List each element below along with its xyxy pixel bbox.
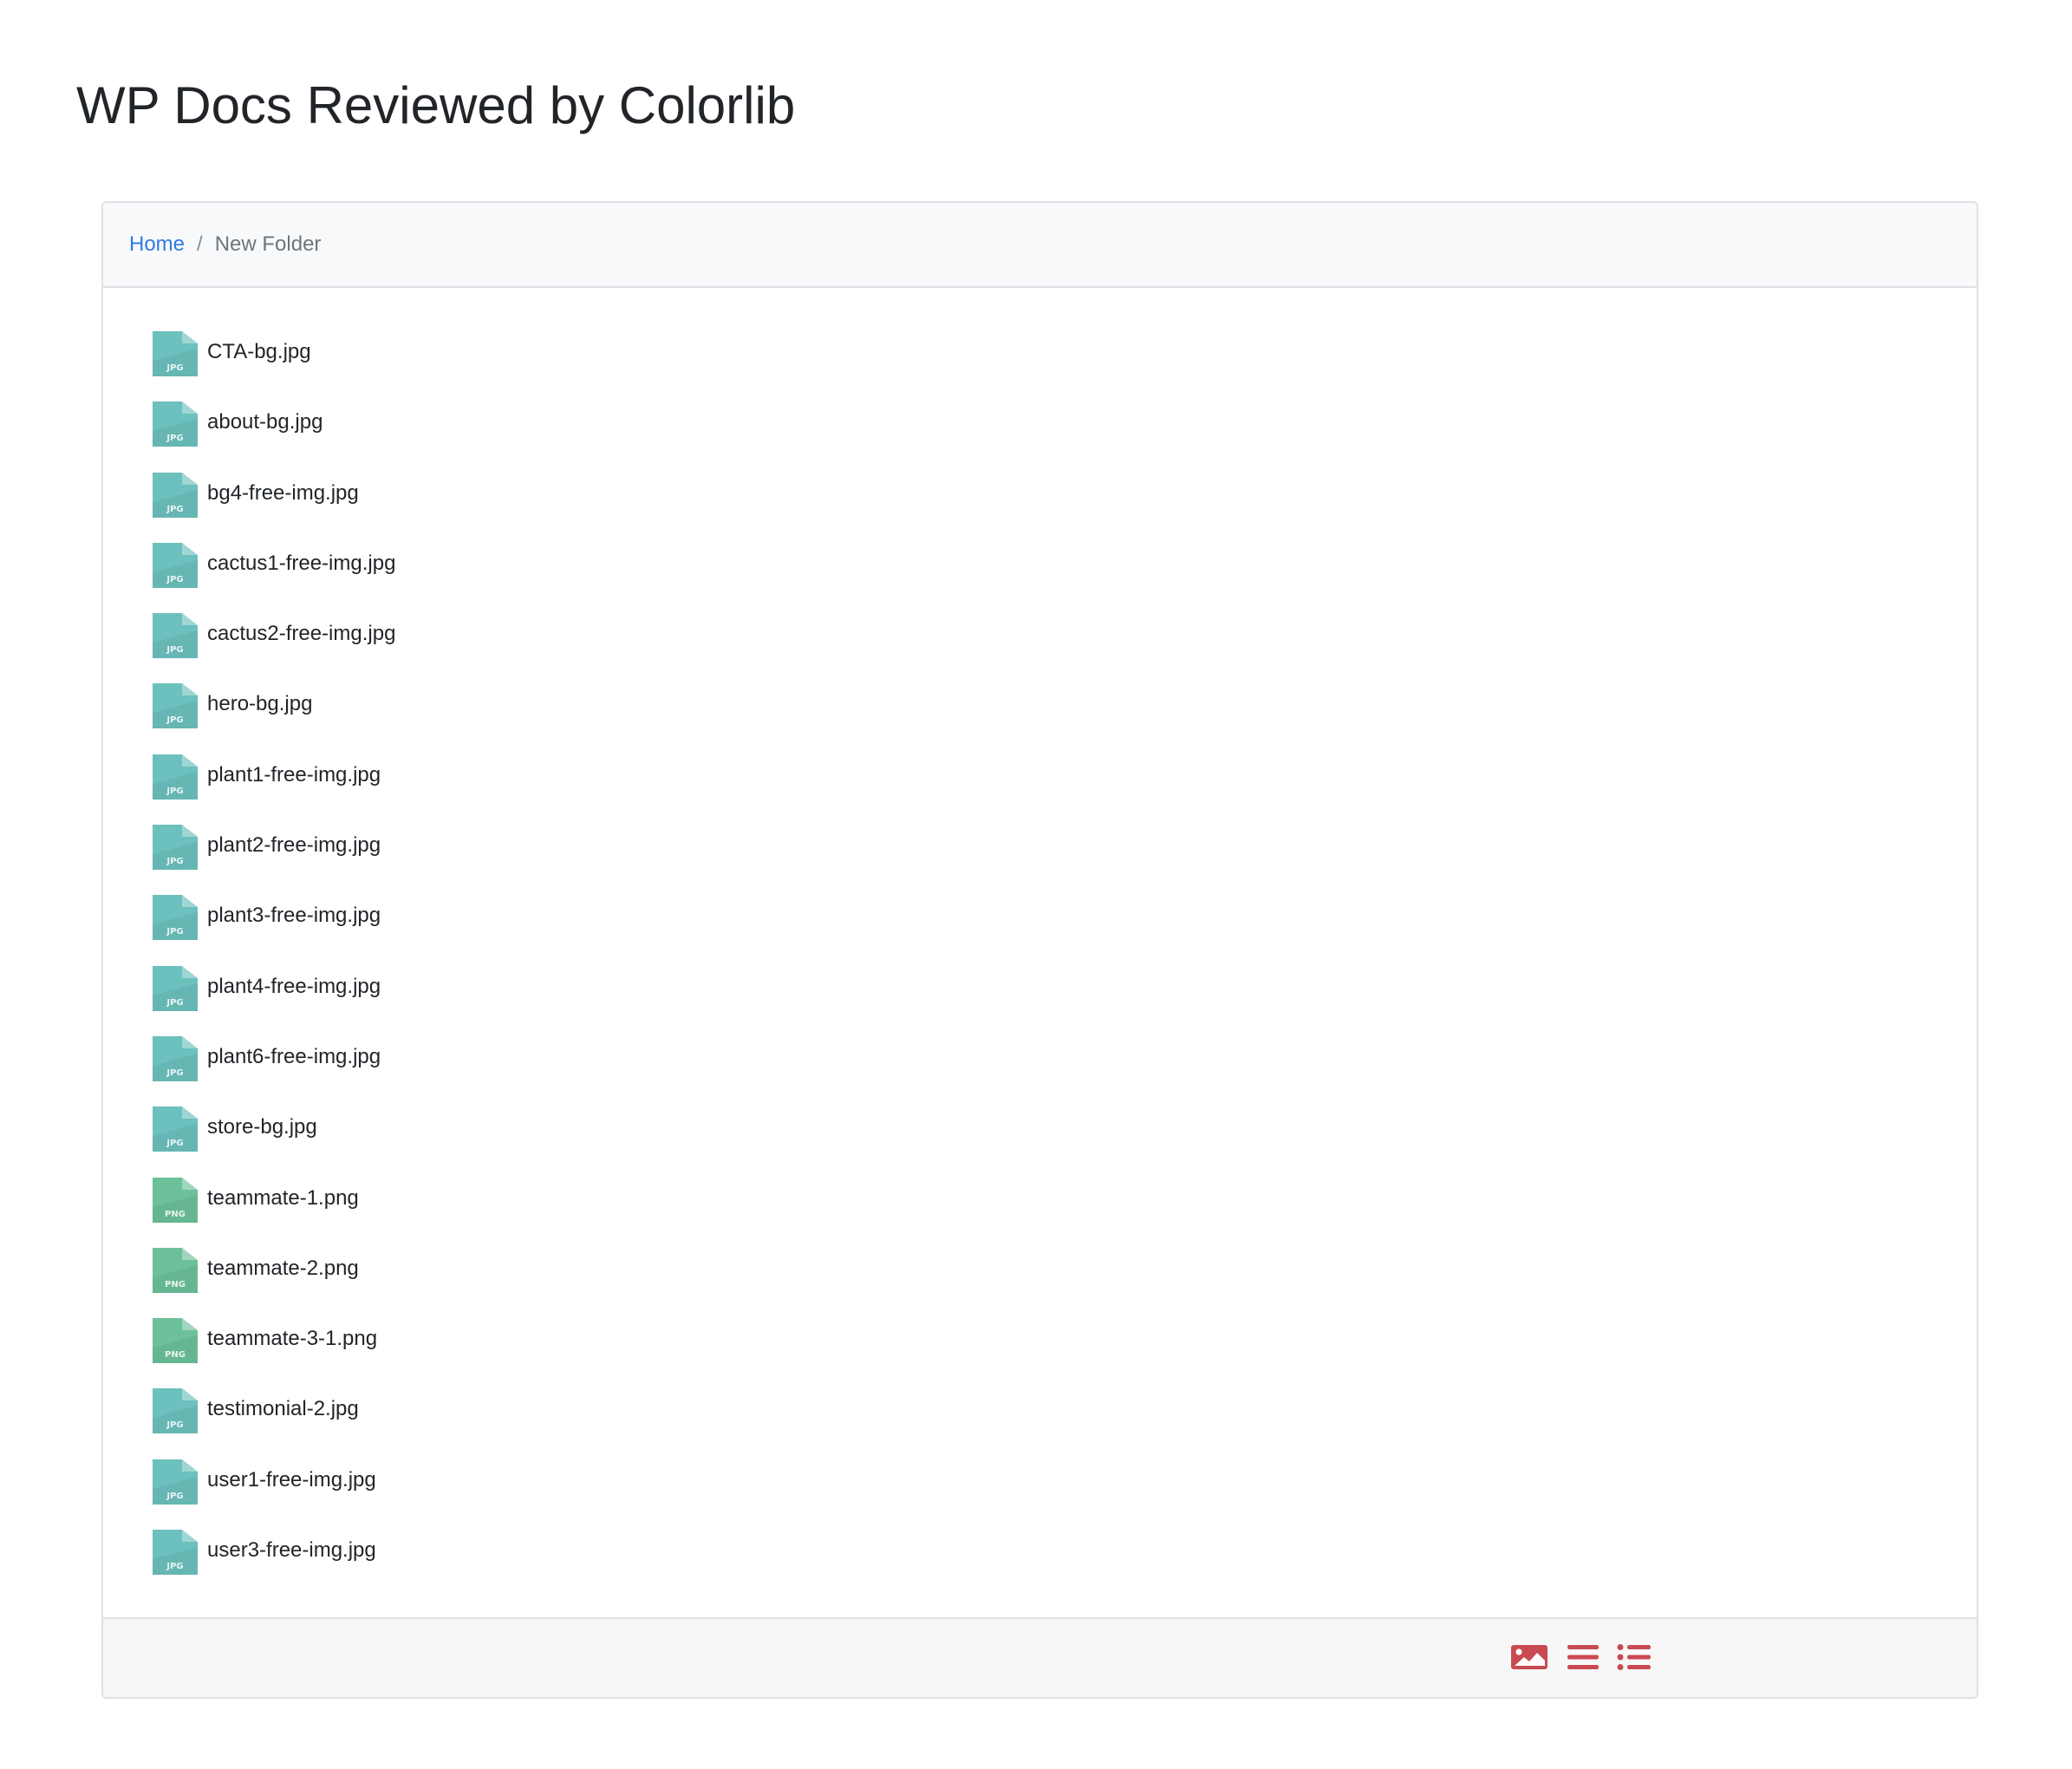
jpg-file-icon: JPG: [153, 1530, 198, 1576]
file-item[interactable]: PNG teammate-2.png: [153, 1247, 395, 1318]
file-type-label: JPG: [166, 998, 183, 1008]
file-name: cactus1-free-img.jpg: [207, 551, 396, 575]
jpg-file-icon: JPG: [153, 1035, 198, 1081]
file-name: user3-free-img.jpg: [207, 1538, 376, 1563]
card-footer: [103, 1617, 1977, 1697]
file-name: teammate-1.png: [207, 1185, 359, 1210]
file-type-label: JPG: [166, 505, 183, 514]
breadcrumb-current-folder: New Folder: [214, 232, 322, 256]
file-item[interactable]: JPG plant2-free-img.jpg: [153, 825, 395, 895]
breadcrumb: Home / New Folder: [129, 203, 321, 286]
jpg-file-icon: JPG: [153, 754, 198, 800]
file-type-label: JPG: [166, 434, 183, 443]
breadcrumb-home-link[interactable]: Home: [129, 232, 185, 257]
file-item[interactable]: JPG plant3-free-img.jpg: [153, 895, 395, 965]
file-item[interactable]: JPG plant4-free-img.jpg: [153, 965, 395, 1036]
file-item[interactable]: JPG plant6-free-img.jpg: [153, 1035, 395, 1106]
file-name: teammate-3-1.png: [207, 1327, 378, 1351]
file-item[interactable]: JPG bg4-free-img.jpg: [153, 472, 395, 543]
file-item[interactable]: PNG teammate-1.png: [153, 1177, 395, 1248]
image-view-button[interactable]: [1510, 1642, 1548, 1673]
jpg-file-icon: JPG: [153, 1459, 198, 1505]
file-item[interactable]: JPG cactus2-free-img.jpg: [153, 613, 395, 683]
breadcrumb-separator: /: [197, 232, 203, 256]
file-type-label: JPG: [166, 1420, 183, 1430]
file-type-label: PNG: [165, 1210, 186, 1219]
file-type-label: PNG: [165, 1350, 186, 1360]
file-type-label: JPG: [166, 645, 183, 655]
file-item[interactable]: JPG CTA-bg.jpg: [153, 331, 395, 401]
jpg-file-icon: JPG: [153, 401, 198, 447]
file-list: JPG CTA-bg.jpg JPG about-bg.jpg JPG bg4-free-…: [153, 331, 395, 1600]
file-browser-card: Home / New Folder JPG CTA-bg.jpg JPG about-…: [101, 201, 1978, 1699]
file-item[interactable]: JPG testimonial-2.jpg: [153, 1388, 395, 1459]
file-name: store-bg.jpg: [207, 1115, 317, 1139]
file-type-label: PNG: [165, 1280, 186, 1289]
file-name: plant2-free-img.jpg: [207, 833, 381, 858]
file-item[interactable]: PNG teammate-3-1.png: [153, 1318, 395, 1388]
file-name: cactus2-free-img.jpg: [207, 622, 396, 646]
jpg-file-icon: JPG: [153, 613, 198, 659]
file-name: about-bg.jpg: [207, 410, 323, 434]
file-item[interactable]: JPG hero-bg.jpg: [153, 683, 395, 754]
file-type-label: JPG: [166, 363, 183, 373]
file-type-label: JPG: [166, 575, 183, 584]
list-view-button[interactable]: [1564, 1642, 1602, 1673]
image-view-icon: [1511, 1645, 1547, 1669]
jpg-file-icon: JPG: [153, 965, 198, 1011]
list-view-icon: [1567, 1645, 1599, 1669]
file-name: bg4-free-img.jpg: [207, 480, 359, 505]
png-file-icon: PNG: [153, 1318, 198, 1364]
page-title: WP Docs Reviewed by Colorlib: [76, 76, 796, 134]
file-type-label: JPG: [166, 927, 183, 937]
jpg-file-icon: JPG: [153, 542, 198, 588]
jpg-file-icon: JPG: [153, 472, 198, 518]
file-name: plant3-free-img.jpg: [207, 904, 381, 928]
file-item[interactable]: JPG user1-free-img.jpg: [153, 1459, 395, 1530]
jpg-file-icon: JPG: [153, 1106, 198, 1152]
file-item[interactable]: JPG store-bg.jpg: [153, 1106, 395, 1177]
detailed-list-view-icon: [1617, 1644, 1651, 1670]
file-type-label: JPG: [166, 1492, 183, 1501]
file-type-label: JPG: [166, 857, 183, 866]
jpg-file-icon: JPG: [153, 331, 198, 376]
file-name: CTA-bg.jpg: [207, 340, 311, 363]
file-type-label: JPG: [166, 787, 183, 796]
file-item[interactable]: JPG plant1-free-img.jpg: [153, 754, 395, 825]
card-header: Home / New Folder: [103, 203, 1977, 288]
file-name: plant6-free-img.jpg: [207, 1044, 381, 1068]
file-type-label: JPG: [166, 1562, 183, 1571]
file-type-label: JPG: [166, 1068, 183, 1078]
file-name: plant1-free-img.jpg: [207, 762, 381, 787]
file-type-label: JPG: [166, 715, 183, 725]
jpg-file-icon: JPG: [153, 825, 198, 871]
file-item[interactable]: JPG about-bg.jpg: [153, 401, 395, 472]
jpg-file-icon: JPG: [153, 1388, 198, 1434]
jpg-file-icon: JPG: [153, 683, 198, 729]
detailed-list-view-button[interactable]: [1615, 1642, 1653, 1673]
file-item[interactable]: JPG cactus1-free-img.jpg: [153, 542, 396, 613]
file-type-label: JPG: [166, 1139, 183, 1148]
file-name: teammate-2.png: [207, 1256, 359, 1280]
file-name: testimonial-2.jpg: [207, 1397, 359, 1421]
jpg-file-icon: JPG: [153, 895, 198, 941]
png-file-icon: PNG: [153, 1247, 198, 1293]
file-name: user1-free-img.jpg: [207, 1467, 376, 1492]
file-name: plant4-free-img.jpg: [207, 974, 381, 998]
png-file-icon: PNG: [153, 1177, 198, 1223]
file-item[interactable]: JPG user3-free-img.jpg: [153, 1530, 395, 1600]
file-name: hero-bg.jpg: [207, 692, 313, 716]
